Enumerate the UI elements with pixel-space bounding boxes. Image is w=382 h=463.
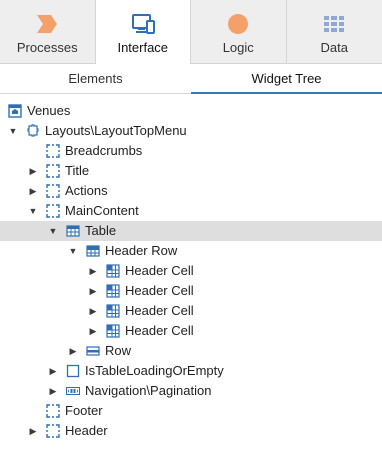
tree-node-label: MainContent [65, 203, 139, 218]
tab-processes[interactable]: Processes [0, 0, 96, 63]
header-cell-icon [106, 324, 120, 338]
tree-node[interactable]: ▶ Header Cell [0, 261, 382, 281]
expand-arrow-icon[interactable]: ▶ [88, 281, 98, 301]
tree-node-label: IsTableLoadingOrEmpty [85, 363, 224, 378]
tree-node-label: Breadcrumbs [65, 143, 143, 158]
tree-node-label: Footer [65, 403, 103, 418]
placeholder-icon [46, 164, 60, 178]
header-cell-icon [106, 284, 120, 298]
expand-arrow-icon[interactable]: ▶ [28, 181, 38, 201]
tree-node[interactable]: ▶ Row [0, 341, 382, 361]
expand-arrow-icon[interactable]: ▶ [68, 341, 78, 361]
tree-node-label: Header Cell [125, 323, 194, 338]
tab-logic[interactable]: Logic [191, 0, 287, 63]
table-icon [66, 224, 80, 238]
tree-node-label: Header Row [105, 243, 178, 258]
tab-label: Logic [222, 40, 254, 55]
main-tab-bar: Processes Interface Logic Data [0, 0, 382, 64]
data-icon [323, 12, 345, 36]
logic-icon [227, 12, 249, 36]
placeholder-icon [46, 404, 60, 418]
placeholder-icon [46, 424, 60, 438]
tree-node[interactable]: ▶ IsTableLoadingOrEmpty [0, 361, 382, 381]
tree-node[interactable]: ▶ Header Cell [0, 321, 382, 341]
collapse-arrow-icon[interactable]: ▼ [48, 221, 58, 241]
row-icon [86, 344, 100, 358]
subtab-widget-tree[interactable]: Widget Tree [191, 64, 382, 94]
tree-node-label: Table [85, 223, 117, 238]
tree-node[interactable]: ▶ Header Cell [0, 301, 382, 321]
tree-node[interactable]: ▶ Header Cell [0, 281, 382, 301]
tree-node-label: Header Cell [125, 263, 194, 278]
tree-node[interactable]: ▶ Navigation\Pagination [0, 381, 382, 401]
expand-arrow-icon[interactable]: ▶ [28, 421, 38, 441]
interface-icon [131, 12, 155, 36]
tab-interface[interactable]: Interface [95, 0, 191, 64]
tree-node-label: Header [65, 423, 108, 438]
collapse-arrow-icon[interactable]: ▼ [68, 241, 78, 261]
placeholder-icon [46, 144, 60, 158]
tree-node[interactable]: Breadcrumbs [0, 141, 382, 161]
subtab-elements[interactable]: Elements [0, 64, 191, 94]
tree-node-label: Header Cell [125, 283, 194, 298]
tree-node-label: Title [65, 163, 90, 178]
processes-icon [36, 12, 58, 36]
expand-arrow-icon[interactable]: ▶ [48, 361, 58, 381]
header-cell-icon [106, 264, 120, 278]
tab-data[interactable]: Data [287, 0, 382, 63]
expand-arrow-icon[interactable]: ▶ [48, 381, 58, 401]
tab-label: Data [320, 40, 348, 55]
tree-node-label: Actions [65, 183, 108, 198]
expand-arrow-icon[interactable]: ▶ [88, 301, 98, 321]
screen-icon [8, 104, 22, 118]
expand-arrow-icon[interactable]: ▶ [88, 321, 98, 341]
pagination-icon [66, 384, 80, 398]
header-cell-icon [106, 304, 120, 318]
tree-node[interactable]: ▼ Layouts\LayoutTopMenu [0, 121, 382, 141]
tree-node[interactable]: ▶ Header [0, 421, 382, 441]
block-icon [26, 124, 40, 138]
tree-node-label: Venues [27, 103, 71, 118]
tree-node[interactable]: ▼ Header Row [0, 241, 382, 261]
collapse-arrow-icon[interactable]: ▼ [8, 121, 18, 141]
tree-node-label: Layouts\LayoutTopMenu [45, 123, 187, 138]
placeholder-icon [46, 184, 60, 198]
tree-node[interactable]: ▶ Actions [0, 181, 382, 201]
tree-node[interactable]: ▶ Title [0, 161, 382, 181]
header-row-icon [86, 244, 100, 258]
tab-label: Interface [117, 40, 169, 55]
collapse-arrow-icon[interactable]: ▼ [28, 201, 38, 221]
tree-node-label: Row [105, 343, 132, 358]
tree-node-label: Header Cell [125, 303, 194, 318]
expand-arrow-icon[interactable]: ▶ [88, 261, 98, 281]
tree-node[interactable]: Footer [0, 401, 382, 421]
expand-arrow-icon[interactable]: ▶ [28, 161, 38, 181]
widget-tree: Venues ▼ Layouts\LayoutTopMenu Breadcrumbs ▶… [0, 101, 382, 441]
tree-node[interactable]: ▼ MainContent [0, 201, 382, 221]
if-icon [66, 364, 80, 378]
sub-tab-bar: Elements Widget Tree [0, 64, 382, 94]
placeholder-icon [46, 204, 60, 218]
tree-node[interactable]: ▼ Table [0, 221, 382, 241]
tree-node[interactable]: Venues [0, 101, 382, 121]
tab-label: Processes [16, 40, 78, 55]
tree-node-label: Navigation\Pagination [85, 383, 212, 398]
